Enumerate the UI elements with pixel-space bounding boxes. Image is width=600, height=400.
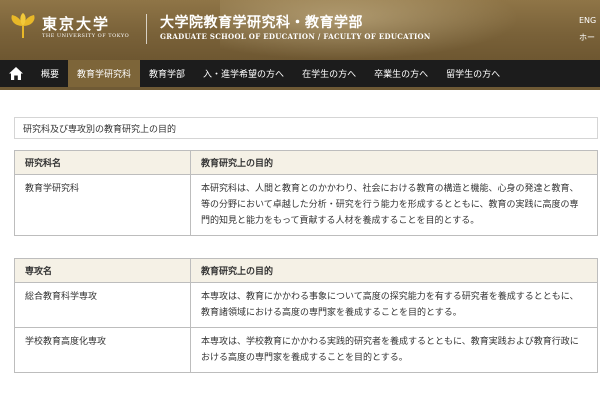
ginkgo-logo-icon[interactable] <box>8 12 38 40</box>
nav-item-alumni[interactable]: 卒業生の方へ <box>365 60 437 87</box>
table-header-row: 専攻名 教育研究上の目的 <box>14 258 598 283</box>
header-divider <box>146 14 147 44</box>
table-header-cell: 教育研究上の目的 <box>190 150 598 175</box>
school-name-en: GRADUATE SCHOOL OF EDUCATION / FACULTY O… <box>160 32 431 41</box>
nav-home-button[interactable] <box>0 60 32 87</box>
english-link[interactable]: ENG <box>579 16 596 25</box>
table-header-cell: 研究科名 <box>14 150 191 175</box>
table-row: 総合教育科学専攻 本専攻は、教育にかかわる事象について高度の探究能力を有する研究… <box>14 282 598 328</box>
table-header-cell: 専攻名 <box>14 258 191 283</box>
nav-item-overview[interactable]: 概要 <box>32 60 68 87</box>
major-purpose-table: 専攻名 教育研究上の目的 総合教育科学専攻 本専攻は、教育にかかわる事象について… <box>14 258 598 373</box>
table-cell-name: 学校教育高度化専攻 <box>14 327 191 373</box>
main-nav: 概要 教育学研究科 教育学部 入・進学希望の方へ 在学生の方へ 卒業生の方へ 留… <box>0 60 600 90</box>
nav-item-faculty[interactable]: 教育学部 <box>140 60 194 87</box>
logo-main-text[interactable]: 東京大学 <box>42 13 110 34</box>
school-name-jp[interactable]: 大学院教育学研究科・教育学部 <box>160 12 363 32</box>
home-link[interactable]: ホー <box>579 32 595 43</box>
table-cell-purpose: 本専攻は、学校教育にかかわる実践的研究者を養成するとともに、教育実践および教育行… <box>190 327 598 373</box>
logo-sub-text: THE UNIVERSITY OF TOKYO <box>42 33 130 39</box>
home-icon <box>9 67 23 80</box>
nav-item-international-students[interactable]: 留学生の方へ <box>437 60 509 87</box>
table-row: 学校教育高度化専攻 本専攻は、学校教育にかかわる実践的研究者を養成するとともに、… <box>14 327 598 373</box>
graduate-school-purpose-table: 研究科名 教育研究上の目的 教育学研究科 本研究科は、人間と教育とのかかわり、社… <box>14 150 598 236</box>
nav-item-graduate-school[interactable]: 教育学研究科 <box>68 60 141 87</box>
site-header: 東京大学 THE UNIVERSITY OF TOKYO 大学院教育学研究科・教… <box>0 0 600 60</box>
table-row: 教育学研究科 本研究科は、人間と教育とのかかわり、社会における教育の構造と機能、… <box>14 174 598 236</box>
table-cell-name: 総合教育科学専攻 <box>14 282 191 328</box>
nav-item-prospective-students[interactable]: 入・進学希望の方へ <box>194 60 293 87</box>
table-header-row: 研究科名 教育研究上の目的 <box>14 150 598 175</box>
table-cell-purpose: 本研究科は、人間と教育とのかかわり、社会における教育の構造と機能、心身の発達と教… <box>190 174 598 236</box>
table-cell-purpose: 本専攻は、教育にかかわる事象について高度の探究能力を有する研究者を養成するととも… <box>190 282 598 328</box>
section-title: 研究科及び専攻別の教育研究上の目的 <box>14 117 598 139</box>
table-cell-name: 教育学研究科 <box>14 174 191 236</box>
nav-item-current-students[interactable]: 在学生の方へ <box>293 60 365 87</box>
table-header-cell: 教育研究上の目的 <box>190 258 598 283</box>
